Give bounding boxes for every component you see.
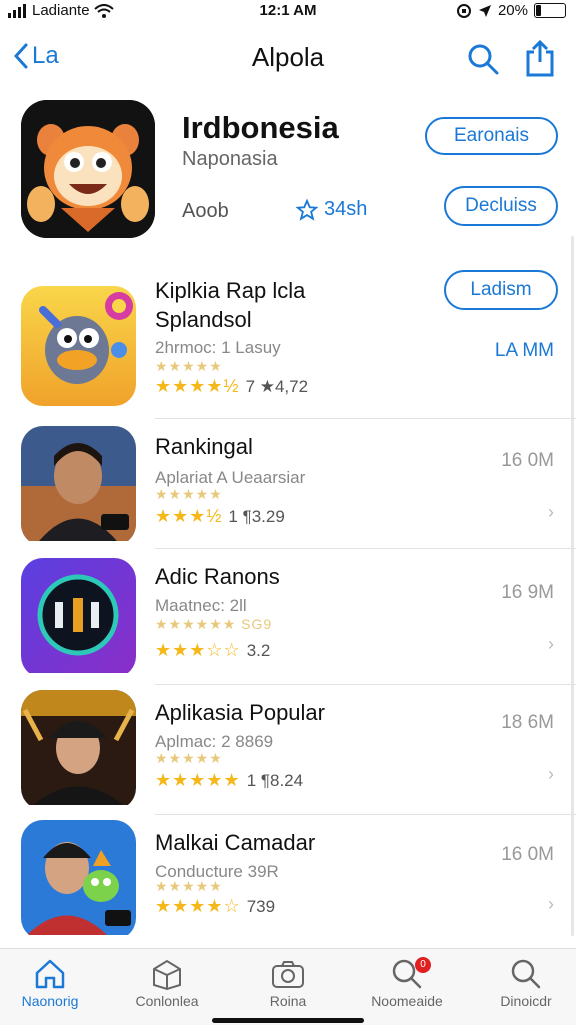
app-rating: ★★★★½ 7 ★4,72	[155, 376, 308, 397]
tab-updates[interactable]: 0 Noomeaide	[357, 955, 457, 1009]
star-rating: ★★★★☆	[155, 896, 241, 916]
app-subtitle: Maatnec: 2ll	[155, 596, 247, 615]
monkey-mascot-icon	[21, 100, 155, 238]
faint-stars: ★★★★★	[155, 878, 223, 894]
app-subtitle: 2hrmoc: 1 Lasuy	[155, 338, 281, 357]
box-icon	[153, 959, 181, 991]
tab-bar: Naonorig Conlonlea Roina 0 Noomeaide Din…	[0, 948, 576, 1025]
tab-label: Roina	[269, 993, 307, 1009]
app-name: Adic Ranons	[155, 564, 280, 589]
star-outline-icon	[296, 198, 318, 221]
app-size: 16 0M	[501, 450, 554, 471]
app-name-line1: Kiplkia Rap lcla	[155, 278, 306, 303]
app-rating: ★★★★☆ 739	[155, 896, 275, 917]
list-item[interactable]: Malkai Camadar Conducture 39R ★★★★★ ★★★★…	[0, 816, 576, 944]
app-size: 16 0M	[501, 844, 554, 865]
tab-home[interactable]: Naonorig	[0, 955, 100, 1009]
app-icon-game-poster	[21, 690, 136, 810]
app-rating: ★★★½ 1 ¶3.29	[155, 506, 285, 527]
rating-value: 1 ¶8.24	[246, 770, 304, 790]
battery-percent: 20%	[497, 2, 528, 19]
tab-categories[interactable]: Conlonlea	[117, 955, 217, 1009]
featured-primary-button[interactable]: Earonais	[425, 117, 558, 155]
featured-app: Irdbonesia Naponasia Aoob 34sh Earonais …	[0, 100, 576, 240]
lock-rotation-icon	[456, 3, 471, 18]
faint-stars: ★★★★★★ SG9	[155, 616, 273, 632]
app-name-line2: Splandsol	[155, 307, 252, 332]
featured-app-subtitle: Naponasia	[182, 148, 278, 170]
star-rating: ★★★★½	[155, 376, 240, 396]
home-indicator	[212, 1018, 364, 1023]
divider	[155, 418, 576, 419]
rating-value: 739	[246, 896, 276, 916]
app-subtitle: Aplariat A Ueaarsiar	[155, 468, 306, 487]
app-name: Malkai Camadar	[155, 830, 316, 855]
divider	[155, 548, 576, 549]
faint-stars: ★★★★★	[155, 750, 223, 766]
app-rating: ★★★★★ 1 ¶8.24	[155, 770, 303, 791]
featured-app-icon[interactable]	[21, 100, 155, 238]
featured-secondary-button[interactable]: Decluiss	[444, 186, 558, 226]
app-size: LA MM	[494, 340, 554, 361]
app-size: 18 6M	[501, 712, 554, 733]
person-portrait-icon	[21, 426, 136, 541]
app-icon-character	[21, 286, 136, 406]
avatar-with-pet-icon	[21, 820, 136, 935]
tab-camera[interactable]: Roina	[238, 955, 338, 1009]
get-button[interactable]: Ladism	[444, 270, 558, 310]
logo-circle-icon	[21, 558, 136, 673]
app-icon-avatar	[21, 820, 136, 940]
chevron-right-icon: ›	[548, 634, 554, 654]
featured-rating-value: 34sh	[324, 198, 368, 220]
star-rating: ★★★☆☆	[155, 640, 241, 660]
camera-icon	[272, 961, 304, 988]
battery-icon	[534, 3, 566, 18]
rating-value: 1 ¶3.29	[228, 506, 285, 526]
rating-value: 3.2	[246, 640, 271, 660]
faint-stars: ★★★★★	[155, 486, 223, 502]
list-item[interactable]: Adic Ranons Maatnec: 2ll ★★★★★★ SG9 ★★★☆…	[0, 550, 576, 682]
chevron-right-icon: ›	[548, 764, 554, 784]
faint-stars: ★★★★★	[155, 358, 223, 374]
featured-app-developer: Aoob	[182, 200, 229, 222]
status-right: 20%	[456, 2, 566, 19]
status-bar: Ladiante 12:1 AM 20%	[0, 0, 576, 24]
star-rating: ★★★★★	[155, 770, 241, 790]
list-item[interactable]: Aplikasia Popular Aplmac: 2 8869 ★★★★★ ★…	[0, 686, 576, 814]
chevron-right-icon: ›	[548, 502, 554, 522]
app-subtitle: Aplmac: 2 8869	[155, 732, 274, 751]
app-size: 16 9M	[501, 582, 554, 603]
battery-fill	[536, 5, 541, 16]
notification-badge: 0	[415, 957, 431, 973]
game-poster-icon	[21, 690, 136, 805]
app-icon-portrait	[21, 426, 136, 546]
featured-app-rating: 34sh	[296, 198, 367, 221]
app-rating: ★★★☆☆ 3.2	[155, 640, 270, 661]
share-icon[interactable]	[524, 40, 556, 78]
search-icon	[511, 959, 541, 989]
search-icon[interactable]	[466, 42, 500, 76]
divider	[155, 814, 576, 815]
app-name: Rankingal	[155, 434, 253, 459]
featured-app-title: Irdbonesia	[182, 110, 339, 145]
app-icon-logo	[21, 558, 136, 678]
rating-value: 7 ★4,72	[245, 376, 309, 396]
tab-label: Conlonlea	[135, 993, 199, 1009]
location-icon	[478, 4, 491, 17]
cartoon-character-icon	[21, 286, 136, 406]
tab-label: Naonorig	[21, 993, 79, 1009]
app-name: Kiplkia Rap lcla Splandsol	[155, 276, 305, 334]
list-item[interactable]: Kiplkia Rap lcla Splandsol 2hrmoc: 1 Las…	[0, 270, 576, 418]
star-rating: ★★★½	[155, 506, 223, 526]
app-name: Aplikasia Popular	[155, 700, 325, 725]
navigation-bar: La Alpola	[0, 36, 576, 86]
list-item[interactable]: Rankingal Aplariat A Ueaarsiar ★★★★★ ★★★…	[0, 420, 576, 548]
tab-label: Noomeaide	[371, 993, 443, 1009]
tab-label: Dinoicdr	[500, 993, 552, 1009]
home-icon	[35, 959, 65, 989]
divider	[155, 684, 576, 685]
chevron-right-icon: ›	[548, 894, 554, 914]
tab-search[interactable]: Dinoicdr	[476, 955, 576, 1009]
